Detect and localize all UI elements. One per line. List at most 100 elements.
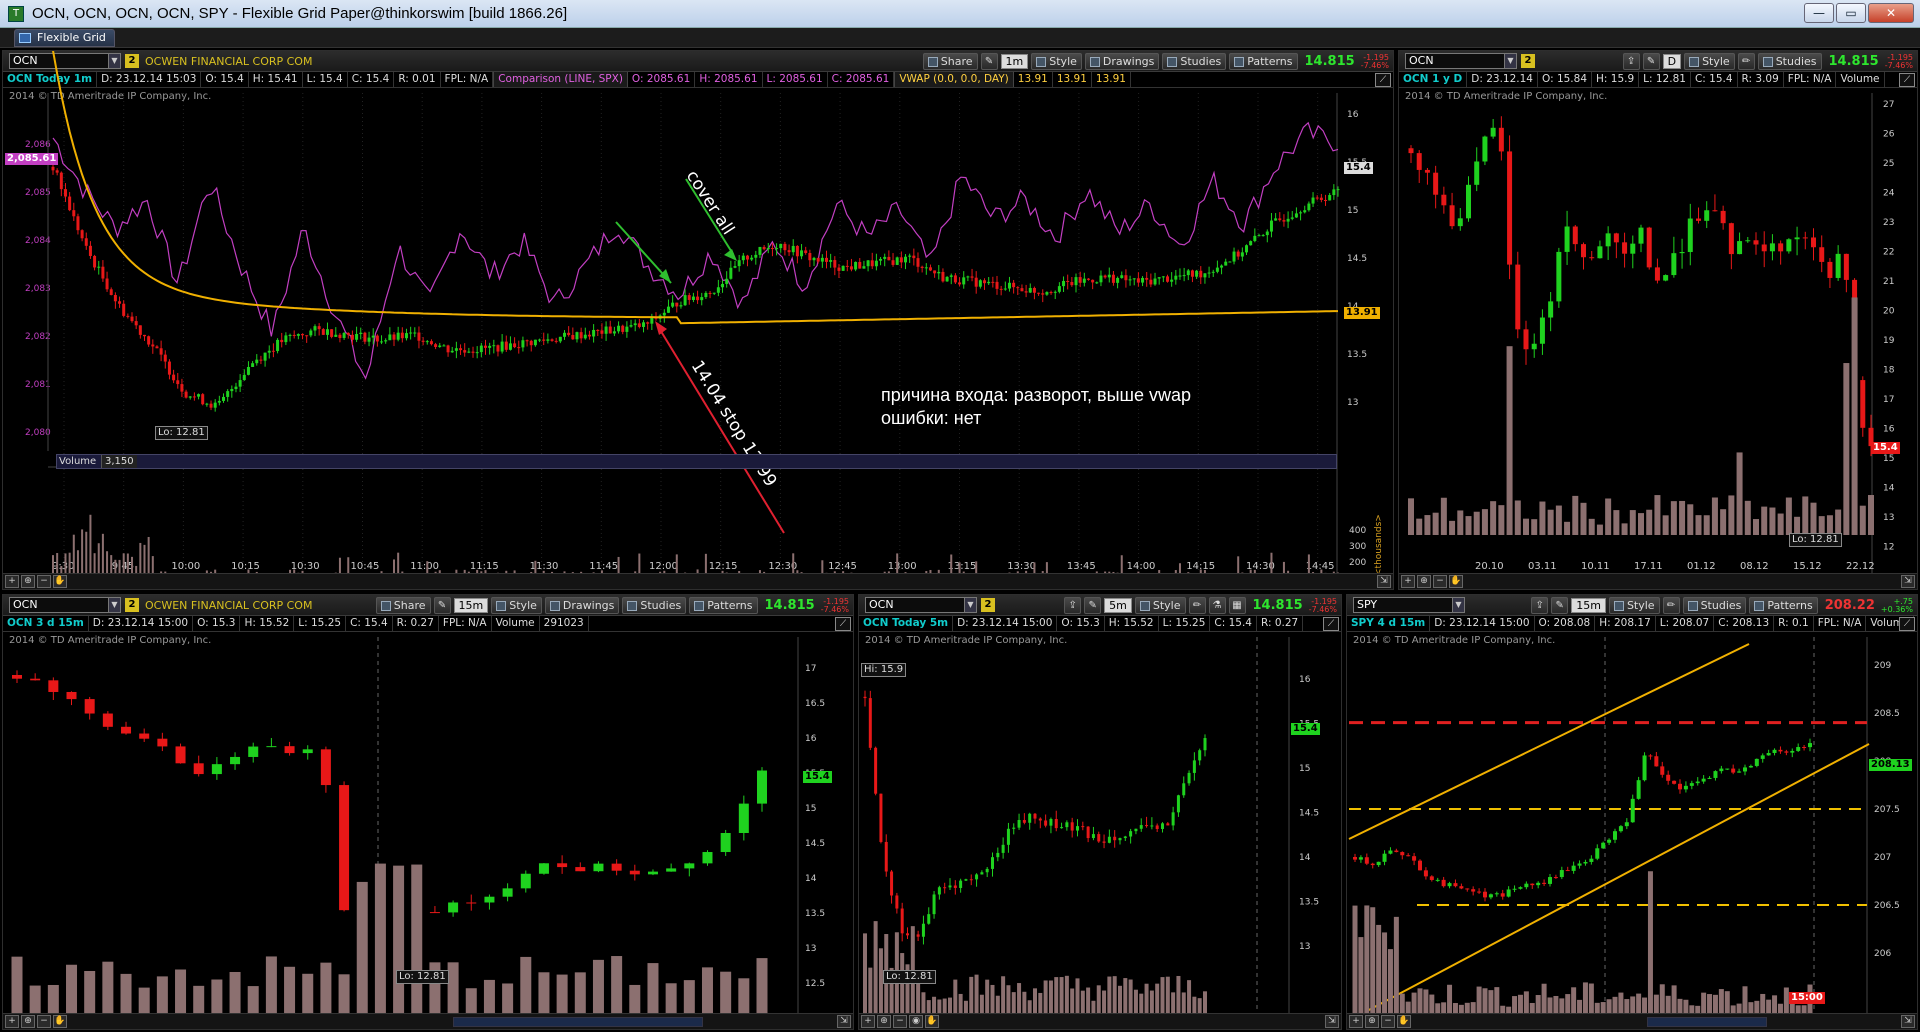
price-candle — [533, 339, 537, 346]
chart-footer: + ⊕ − ✋ ⇲ — [1347, 1013, 1917, 1029]
spy-candle — [1429, 876, 1434, 880]
zoom-icon[interactable]: ⊕ — [1417, 575, 1431, 588]
zoom-icon[interactable]: ⊕ — [21, 575, 35, 588]
volume-bar — [1107, 976, 1112, 1015]
comparison-line — [52, 121, 1339, 380]
price-candle — [396, 332, 400, 340]
daily-candle — [1613, 233, 1619, 243]
minimize-button[interactable]: — — [1804, 3, 1834, 23]
volume-bar — [969, 976, 974, 1015]
price-candle — [966, 276, 970, 278]
expand-icon[interactable]: ⇲ — [1325, 1015, 1339, 1028]
zoom-icon[interactable]: ⊕ — [877, 1015, 891, 1028]
price-candle — [1265, 231, 1269, 236]
hand-icon[interactable]: ✋ — [925, 1015, 939, 1028]
zoom-out-icon[interactable]: − — [37, 575, 51, 588]
price-candle — [1324, 199, 1328, 201]
daily-candle — [1671, 253, 1677, 276]
price-candle — [1236, 251, 1240, 257]
price-candle — [804, 250, 808, 254]
close-button[interactable]: ✕ — [1868, 3, 1914, 23]
low-label: Lo: 12.81 — [883, 970, 936, 984]
p4-candle — [921, 923, 925, 937]
hand-icon[interactable]: ✋ — [1397, 1015, 1411, 1028]
price-candle — [608, 326, 612, 334]
price-candle — [1294, 213, 1298, 218]
price-candle — [542, 339, 546, 341]
spy-candle — [1648, 755, 1653, 757]
volume-bar — [1096, 985, 1101, 1015]
p4-candle — [1006, 828, 1010, 845]
price-candle — [945, 276, 949, 282]
volume-bar — [193, 985, 205, 1015]
price-candle — [267, 350, 271, 353]
volume-bar — [1358, 937, 1364, 1015]
daily-candle — [1622, 242, 1628, 254]
price-candle — [621, 325, 625, 332]
price-candle — [920, 266, 924, 268]
price-candle — [1024, 291, 1028, 293]
daily-candle — [1449, 205, 1455, 227]
p4-candle — [895, 895, 899, 909]
expand-icon[interactable]: ⇲ — [1901, 575, 1915, 588]
right-axis-label: 20 — [1883, 307, 1895, 317]
price-candle — [122, 303, 126, 316]
hand-icon[interactable]: ✋ — [53, 1015, 67, 1028]
hand-icon[interactable]: ✋ — [53, 575, 67, 588]
zoom-icon[interactable]: ⊕ — [21, 1015, 35, 1028]
volume-bar — [447, 962, 459, 1015]
price-candle — [991, 281, 995, 283]
volume-bar — [1473, 511, 1480, 535]
price-candle — [587, 334, 591, 337]
zoom-in-icon[interactable]: + — [5, 575, 19, 588]
volume-bar — [1523, 991, 1529, 1015]
zoom-icon[interactable]: ⊕ — [1365, 1015, 1379, 1028]
zoom-in-icon[interactable]: + — [1401, 575, 1415, 588]
time-axis-label: 11:15 — [470, 561, 499, 572]
maximize-button[interactable]: ▭ — [1836, 3, 1866, 23]
spy-candle — [1536, 882, 1541, 886]
price-candle — [642, 322, 646, 327]
right-axis-label: 13.5 — [805, 909, 825, 919]
zoom-in-icon[interactable]: + — [1349, 1015, 1363, 1028]
p3-candle — [684, 863, 695, 869]
expand-icon[interactable]: ⇲ — [1901, 1015, 1915, 1028]
scrollbar[interactable] — [453, 1017, 703, 1027]
daily-candle — [1408, 148, 1414, 154]
p4-candle — [1107, 836, 1111, 843]
price-candle — [1053, 291, 1057, 293]
scrollbar[interactable] — [1647, 1017, 1767, 1027]
spy-candle — [1713, 771, 1718, 778]
daily-candle — [1646, 227, 1652, 268]
spy-candle — [1471, 889, 1476, 892]
spy-candle — [1423, 870, 1428, 877]
p3-candle — [484, 896, 495, 903]
price-candle — [142, 334, 146, 337]
tab-flexible-grid[interactable]: Flexible Grid — [14, 29, 115, 47]
price-candle — [242, 374, 246, 381]
price-candle — [891, 260, 895, 265]
price-candle — [1078, 277, 1082, 283]
zoom-in-icon[interactable]: + — [5, 1015, 19, 1028]
spy-candle — [1358, 857, 1363, 860]
daily-candle — [1523, 329, 1529, 350]
zoom-out-icon[interactable]: − — [37, 1015, 51, 1028]
expand-icon[interactable]: ⇲ — [837, 1015, 851, 1028]
zoom-out-icon[interactable]: − — [1381, 1015, 1395, 1028]
expand-icon[interactable]: ⇲ — [1377, 575, 1391, 588]
hand-icon[interactable]: ✋ — [1449, 575, 1463, 588]
p4-candle — [1012, 827, 1016, 829]
price-candle — [479, 345, 483, 353]
magnifier-icon[interactable]: ◉ — [909, 1015, 923, 1028]
tab-bar: Flexible Grid — [0, 28, 1920, 48]
spy-candle — [1453, 883, 1458, 887]
zoom-out-icon[interactable]: − — [1433, 575, 1447, 588]
p4-candle — [980, 872, 984, 875]
zoom-in-icon[interactable]: + — [861, 1015, 875, 1028]
price-candle — [666, 306, 670, 313]
p4-candle — [1113, 836, 1117, 841]
zoom-out-icon[interactable]: − — [893, 1015, 907, 1028]
price-candle — [908, 255, 912, 257]
volume-bar — [1629, 510, 1636, 535]
right-axis-label: 13 — [1883, 513, 1894, 523]
